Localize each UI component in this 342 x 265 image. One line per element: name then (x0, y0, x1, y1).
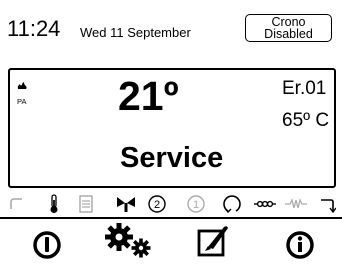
room-temperature: 21º (118, 73, 179, 119)
circle-1-icon: 1 (187, 195, 205, 213)
error-code: Er.01 (282, 78, 327, 99)
info-icon[interactable] (285, 225, 315, 265)
water-temperature: 65º C (282, 110, 330, 131)
crono-status: Disabled (264, 27, 313, 41)
refresh-icon (223, 195, 241, 214)
wave-icon (285, 198, 307, 209)
top-bar: 11:24 Wed 11 September Crono Disabled (0, 0, 342, 46)
mode-label: Service (120, 142, 224, 174)
turn-arrow-icon (321, 199, 336, 213)
clock: 11:24 (7, 16, 61, 41)
crono-button[interactable]: Crono Disabled (245, 14, 332, 42)
fan-icon (117, 197, 135, 212)
tank-icon (79, 195, 93, 213)
power-icon[interactable] (32, 225, 62, 265)
circle-2-icon: 2 (148, 195, 166, 213)
bottom-button-row (0, 219, 342, 259)
flame-icon (17, 82, 27, 89)
svg-text:2: 2 (154, 199, 160, 211)
pa-label: PA (17, 97, 27, 106)
svg-text:1: 1 (193, 199, 199, 211)
thermometer-icon (50, 194, 58, 213)
date: Wed 11 September (80, 25, 191, 40)
status-icons-row: 2 1 (0, 189, 342, 217)
settings-gears-icon[interactable] (103, 221, 155, 261)
resistor-icon (254, 200, 276, 208)
return-arrow-icon (10, 198, 22, 209)
edit-pen-icon[interactable] (196, 221, 232, 261)
